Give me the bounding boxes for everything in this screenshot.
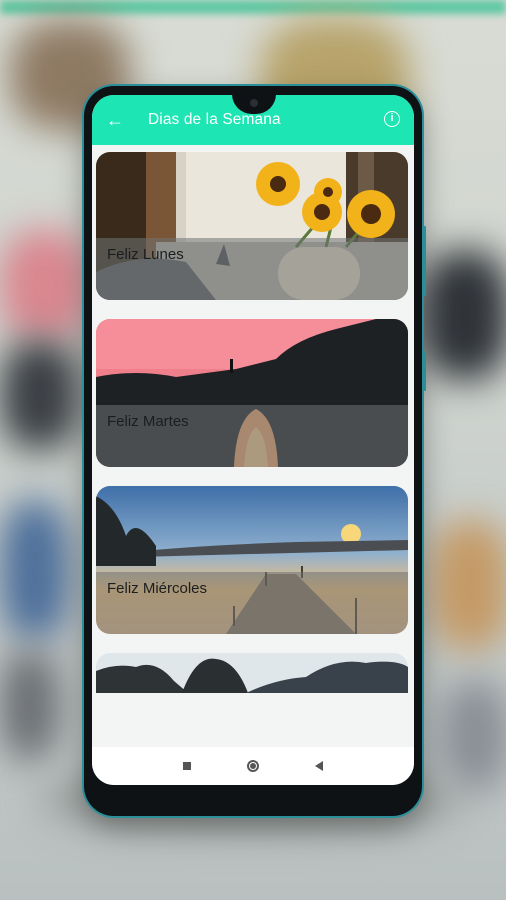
card-label: Feliz Martes (107, 413, 189, 430)
day-list[interactable]: Feliz Lunes Feliz Martes Feliz Miércoles (92, 145, 414, 757)
info-icon[interactable]: i (384, 111, 400, 127)
triangle-back-icon[interactable] (315, 761, 323, 771)
card-label: Feliz Lunes (107, 246, 184, 263)
phone-screen: ← Dias de la Semana i Feliz Lunes Feliz … (92, 95, 414, 785)
card-feliz-martes[interactable]: Feliz Martes (96, 319, 408, 467)
card-partial[interactable] (96, 653, 408, 693)
page-title: Dias de la Semana (148, 111, 281, 128)
square-icon[interactable] (183, 762, 191, 770)
arrow-left-icon[interactable]: ← (106, 111, 128, 129)
circle-home-icon[interactable] (247, 760, 259, 772)
card-feliz-miercoles[interactable]: Feliz Miércoles (96, 486, 408, 634)
card-feliz-lunes[interactable]: Feliz Lunes (96, 152, 408, 300)
camera-icon (250, 99, 258, 107)
mountains-image (96, 653, 408, 693)
volume-button (423, 226, 426, 296)
card-label: Feliz Miércoles (107, 580, 208, 597)
phone-frame: ← Dias de la Semana i Feliz Lunes Feliz … (84, 86, 426, 816)
power-button (423, 351, 426, 391)
system-navigation-bar (92, 747, 414, 785)
